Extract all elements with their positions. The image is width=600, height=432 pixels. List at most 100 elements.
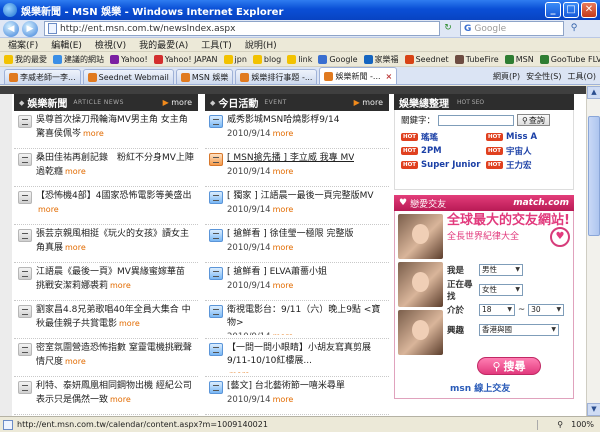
news-item[interactable]: 江語晨《最後一頁》MV異緣蜜嫁華苗 挑戰安潔莉娜裘莉 more bbox=[14, 263, 198, 301]
news-item[interactable]: 【恐怖機4部】4國家恐怖電影等美盛出 more bbox=[14, 187, 198, 225]
tab-close-icon[interactable]: × bbox=[386, 72, 393, 81]
browser-tab[interactable]: MSN 娛樂 bbox=[175, 69, 234, 84]
link-item[interactable]: Yahoo! bbox=[110, 54, 148, 64]
event-item[interactable]: [ MSN搶先播 ] 李立威 我專 MV 2010/9/14 more bbox=[205, 149, 389, 187]
close-button[interactable]: ✕ bbox=[581, 2, 597, 18]
event-item-more[interactable]: more bbox=[273, 395, 294, 404]
event-item-more[interactable]: more bbox=[273, 129, 294, 138]
menu-item[interactable]: 我的最愛(A) bbox=[139, 38, 188, 51]
browser-tab[interactable]: 娛樂排行事題 -... bbox=[235, 69, 318, 84]
news-item-more[interactable]: more bbox=[119, 319, 140, 328]
news-item-more[interactable]: more bbox=[38, 205, 59, 214]
browser-tab[interactable]: Seednet Webmail bbox=[82, 69, 174, 84]
scroll-down-icon[interactable]: ▼ bbox=[587, 403, 600, 416]
profile-photo[interactable] bbox=[398, 262, 443, 307]
news-item-more[interactable]: more bbox=[65, 357, 86, 366]
profile-photo[interactable] bbox=[398, 214, 443, 259]
news-headline[interactable]: 【恐怖機4部】4國家恐怖電影等美盛出 bbox=[36, 191, 191, 201]
event-title[interactable]: [ 搶鮮看 ] 徐佳瑩一極限 完整版 bbox=[227, 228, 353, 241]
event-item[interactable]: [ 獨家 ] 江語晨一最後一頁完整版MV 2010/9/14 more bbox=[205, 187, 389, 225]
keyword-search-button[interactable]: ⚲ 查詢 bbox=[517, 114, 550, 126]
command-item[interactable]: 網頁(P) bbox=[493, 71, 520, 82]
event-title[interactable]: [ 獨家 ] 江語晨一最後一頁完整版MV bbox=[227, 190, 374, 203]
event-title[interactable]: [藝文] 台北藝術節一嘻米尋單 bbox=[227, 380, 345, 393]
event-item[interactable]: 【一問一問小眼睛】小胡友寫真剪展9/11-10/10紅樓展... more bbox=[205, 339, 389, 377]
menu-item[interactable]: 檢視(V) bbox=[95, 38, 126, 51]
event-item-more[interactable]: more bbox=[273, 167, 294, 176]
hot-keyword[interactable]: HOT Super Junior bbox=[401, 159, 482, 171]
news-headline[interactable]: 桑田佳祐再創記錄 粉紅不分身MV上陣過乾癮 bbox=[36, 153, 194, 177]
link-item[interactable]: 家樂福 bbox=[363, 54, 399, 65]
go-icon[interactable]: ↻ bbox=[440, 21, 456, 36]
hot-keyword[interactable]: HOT 2PM bbox=[401, 145, 482, 157]
link-item[interactable]: link bbox=[287, 54, 312, 64]
hot-keyword[interactable]: HOT Miss A bbox=[486, 131, 567, 143]
scroll-up-icon[interactable]: ▲ bbox=[587, 86, 600, 99]
news-headline[interactable]: 張芸京親風相挺《玩火的女孩》讀女主角真展 bbox=[36, 229, 189, 253]
event-title[interactable]: 衛視電影台：9/11（六）晚上9點 <寶物> bbox=[227, 304, 385, 330]
address-bar[interactable]: http://ent.msn.com.tw/newsIndex.aspx bbox=[44, 21, 440, 36]
news-item-more[interactable]: more bbox=[65, 167, 86, 176]
event-item-more[interactable]: more bbox=[273, 205, 294, 214]
event-item[interactable]: [ 搶鮮看 ] ELVA蕭薔小姐 2010/9/14 more bbox=[205, 263, 389, 301]
news-headline[interactable]: 吳尊首次操刀飛輪海MV男主角 女主角驚喜侯佩岑 bbox=[36, 115, 188, 139]
keyword-input[interactable] bbox=[438, 114, 515, 126]
news-item-more[interactable]: more bbox=[110, 281, 131, 290]
browser-tab[interactable]: 李威老師一李... bbox=[4, 69, 81, 84]
scroll-thumb[interactable] bbox=[588, 116, 600, 236]
link-item[interactable]: 我的最愛 bbox=[4, 54, 47, 65]
event-item-more[interactable]: more bbox=[273, 332, 294, 335]
search-input[interactable]: G Google bbox=[460, 21, 564, 36]
event-title[interactable]: [ 搶鮮看 ] ELVA蕭薔小姐 bbox=[227, 266, 327, 279]
browser-tab[interactable]: 娛樂新聞 -... × bbox=[319, 67, 398, 84]
events-more-link[interactable]: ▶ more bbox=[354, 98, 383, 107]
event-item[interactable]: 衛視電影台：9/11（六）晚上9點 <寶物>2010/9/14more bbox=[205, 301, 389, 339]
link-item[interactable]: Google bbox=[318, 54, 358, 64]
vertical-scrollbar[interactable]: ▲ ▼ bbox=[586, 86, 600, 416]
news-item[interactable]: 密室氛圍營造恐怖指數 窒靈電機挑戰聲情尺度 more bbox=[14, 339, 198, 377]
search-icon[interactable]: ⚲ bbox=[566, 21, 582, 36]
news-more-link[interactable]: ▶ more bbox=[163, 98, 192, 107]
region-select[interactable]: 香港與國 ▼ bbox=[479, 323, 559, 336]
command-item[interactable]: 工具(O) bbox=[567, 71, 596, 82]
event-title[interactable]: 【一問一問小眼睛】小胡友寫真剪展9/11-10/10紅樓展... bbox=[227, 342, 385, 368]
news-item-more[interactable]: more bbox=[110, 395, 131, 404]
news-item-more[interactable]: more bbox=[65, 243, 86, 252]
maximize-button[interactable]: □ bbox=[563, 2, 579, 18]
news-item[interactable]: 桑田佳祐再創記錄 粉紅不分身MV上陣過乾癮 more bbox=[14, 149, 198, 187]
event-item-more[interactable]: more bbox=[273, 281, 294, 290]
event-title[interactable]: 威秀影城MSN哈燒影桴9/14 bbox=[227, 114, 339, 127]
link-item[interactable]: 建議的網站 bbox=[53, 54, 104, 65]
menu-item[interactable]: 工具(T) bbox=[201, 38, 232, 51]
link-item[interactable]: Yahoo! JAPAN bbox=[153, 54, 218, 64]
hot-keyword[interactable]: HOT 王力宏 bbox=[486, 159, 567, 171]
menu-item[interactable]: 檔案(F) bbox=[8, 38, 38, 51]
news-item[interactable]: 張芸京親風相挺《玩火的女孩》讀女主角真展 more bbox=[14, 225, 198, 263]
age-to-select[interactable]: 30 ▼ bbox=[528, 303, 565, 316]
minimize-button[interactable]: _ bbox=[545, 2, 561, 18]
news-item[interactable]: 利特、泰妍鳳凰相同鋼物出機 經紀公司表示只是偶然一致 more bbox=[14, 377, 198, 415]
event-item[interactable]: [藝文] 台北藝術節一嘻米尋單 2010/9/14 more bbox=[205, 377, 389, 415]
seek-select[interactable]: 女性 ▼ bbox=[479, 283, 523, 296]
hot-keyword[interactable]: HOT 瑤瑤 bbox=[401, 131, 482, 143]
news-item[interactable]: 劉家昌4.8兄弟歌唱40年全員大集合 中秋最佳親子共賞電影 more bbox=[14, 301, 198, 339]
zoom-icon[interactable]: ⚲ bbox=[557, 420, 563, 429]
event-item-more[interactable]: more bbox=[229, 370, 250, 373]
match-search-button[interactable]: ⚲ 搜尋 bbox=[477, 357, 541, 375]
i-am-select[interactable]: 男性 ▼ bbox=[479, 263, 523, 276]
news-item-more[interactable]: more bbox=[83, 129, 104, 138]
link-item[interactable]: Seednet bbox=[404, 54, 449, 64]
hot-keyword[interactable]: HOT 宇宙人 bbox=[486, 145, 567, 157]
link-item[interactable]: MSN bbox=[504, 54, 534, 64]
link-item[interactable]: blog bbox=[252, 54, 281, 64]
news-headline[interactable]: 劉家昌4.8兄弟歌唱40年全員大集合 中秋最佳親子共賞電影 bbox=[36, 305, 191, 329]
zoom-level[interactable]: 100% bbox=[571, 420, 594, 429]
event-item[interactable]: [ 搶鮮看 ] 徐佳瑩一極限 完整版 2010/9/14 more bbox=[205, 225, 389, 263]
age-from-select[interactable]: 18 ▼ bbox=[479, 303, 515, 316]
news-headline[interactable]: 密室氛圍營造恐怖指數 窒靈電機挑戰聲情尺度 bbox=[36, 343, 192, 367]
command-item[interactable]: 安全性(S) bbox=[526, 71, 561, 82]
link-item[interactable]: jpn bbox=[223, 54, 247, 64]
forward-icon[interactable]: ▶ bbox=[22, 20, 38, 37]
news-item[interactable]: 吳尊首次操刀飛輪海MV男主角 女主角驚喜侯佩岑 more bbox=[14, 111, 198, 149]
profile-photo[interactable] bbox=[398, 310, 443, 355]
